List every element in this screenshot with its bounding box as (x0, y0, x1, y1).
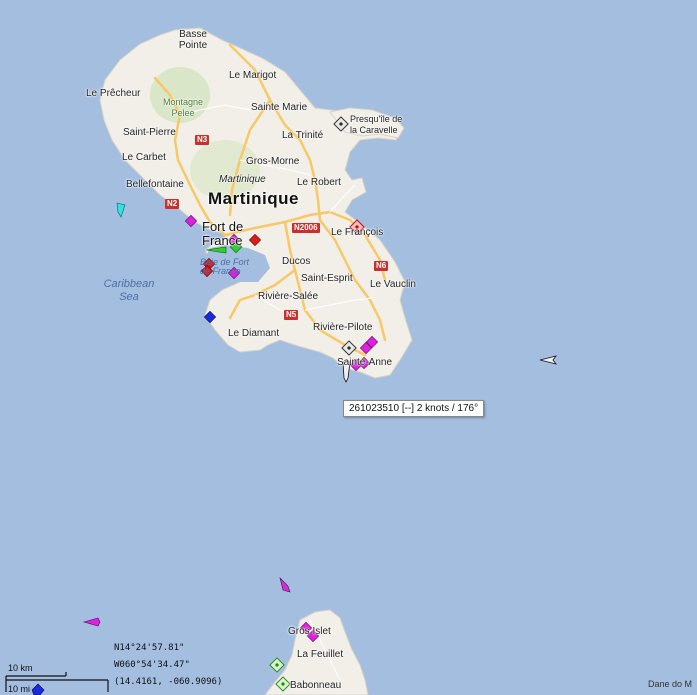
place-baie-fort-de-france: Baie de Fort de France (200, 257, 250, 276)
place-saint-esprit: Saint-Esprit (301, 273, 353, 284)
island-label: Martinique (208, 189, 299, 208)
road-shield-n2006: N2006 (292, 223, 320, 233)
place-babonneau: Babonneau (290, 680, 342, 691)
road-shield-n2: N2 (165, 199, 180, 209)
scale-mi-label: 10 mi (8, 684, 31, 694)
place-riviere-pilote: Rivière-Pilote (313, 322, 373, 333)
place-le-francois: Le François (331, 227, 384, 238)
place-saint-pierre: Saint-Pierre (123, 127, 176, 138)
place-le-carbet: Le Carbet (122, 152, 166, 163)
vessel-tooltip: 261023510 [--] 2 knots / 176° (343, 400, 485, 417)
place-le-marigot: Le Marigot (229, 70, 277, 81)
road-shield-n3: N3 (195, 135, 210, 145)
place-sainte-anne: Sainte-Anne (337, 357, 393, 368)
place-la-trinite: La Trinité (282, 130, 324, 141)
place-le-diamant: Le Diamant (228, 328, 280, 339)
place-ducos: Ducos (282, 256, 311, 267)
place-presquile: Presqu'île de la Caravelle (350, 114, 403, 135)
map-attribution[interactable]: Dane do M (648, 679, 697, 689)
place-montagne-pelee: Montagne Pelee (162, 97, 204, 118)
sea-label: Caribbean Sea (103, 278, 155, 303)
cursor-decimal: (14.4161, -060.9096) (114, 677, 223, 687)
cursor-longitude: W060°54'34.47" (114, 660, 190, 670)
place-la-feuillet: La Feuillet (297, 649, 344, 660)
scale-km-label: 10 km (8, 663, 33, 673)
place-le-precheur: Le Prêcheur (86, 88, 141, 99)
place-gros-islet: Gros Islet (288, 626, 331, 637)
place-gros-morne: Gros-Morne (246, 156, 300, 167)
road-shield-n6: N6 (374, 261, 389, 271)
place-fort-de-france: Fort de France (202, 219, 244, 248)
map-canvas[interactable] (0, 0, 697, 695)
place-basse-pointe: Basse Pointe (178, 29, 208, 51)
road-shield-n5: N5 (284, 310, 299, 320)
place-sainte-marie: Sainte Marie (251, 102, 308, 113)
place-le-robert: Le Robert (297, 177, 341, 188)
place-le-vauclin: Le Vauclin (370, 279, 416, 290)
place-riviere-salee: Rivière-Salée (258, 291, 319, 302)
cursor-latitude: N14°24'57.81" (114, 643, 185, 653)
place-bellefontaine: Bellefontaine (126, 179, 184, 190)
place-martinique-small: Martinique (219, 174, 266, 185)
